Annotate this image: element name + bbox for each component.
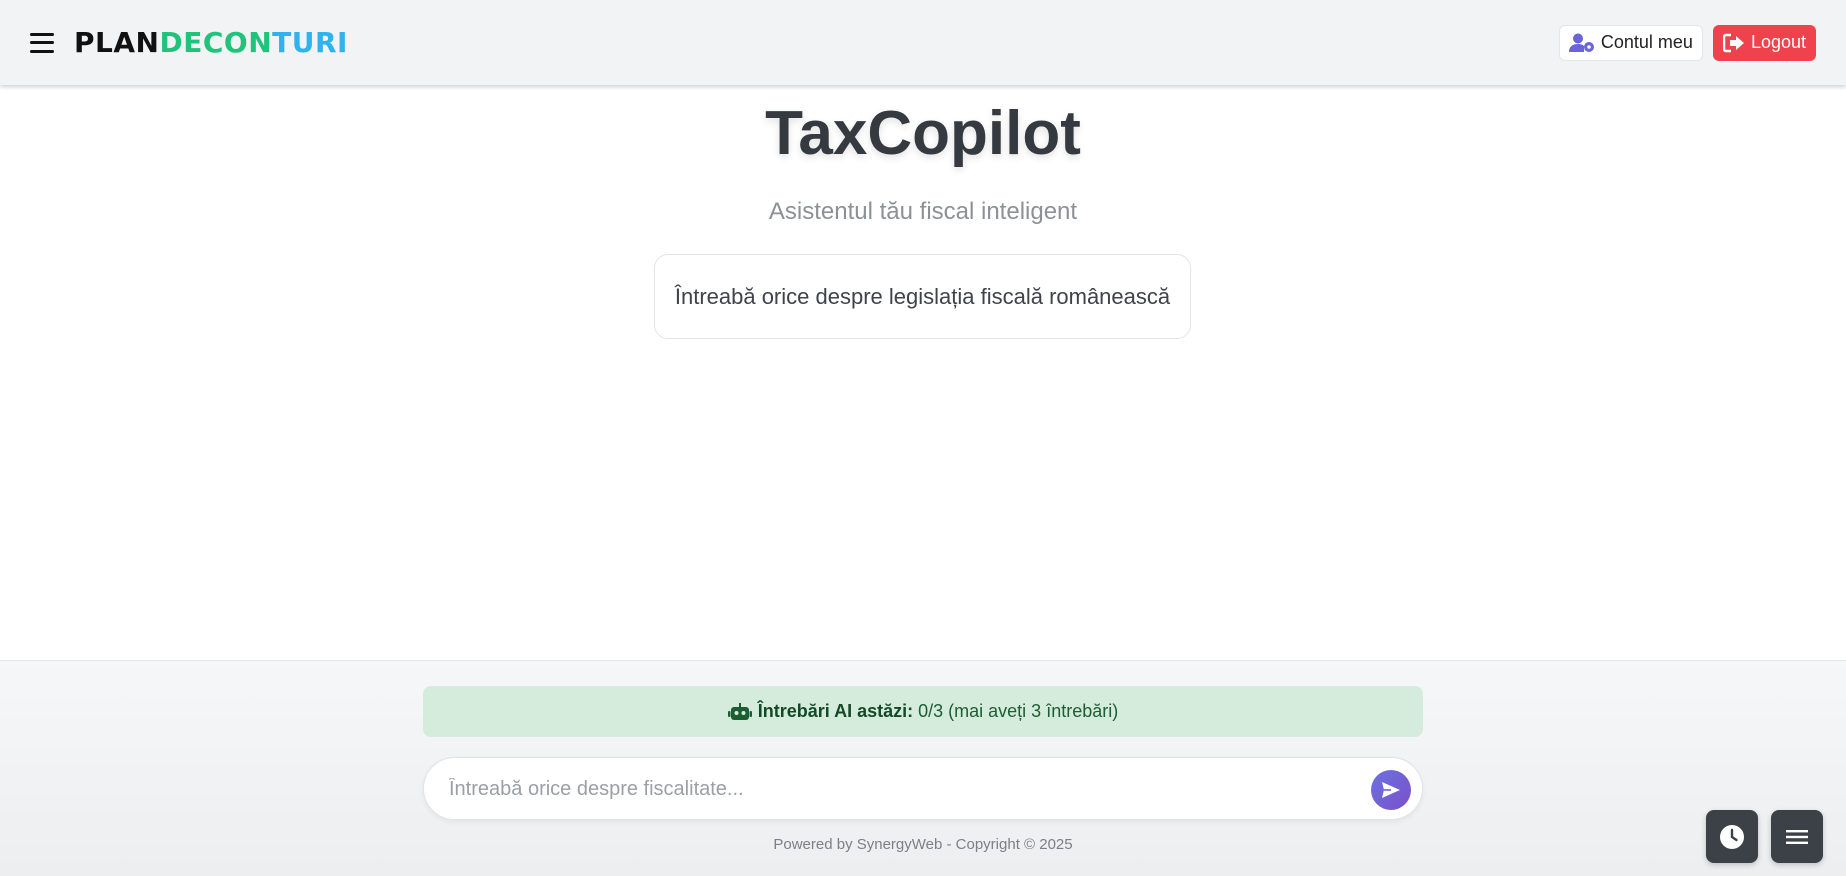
sign-out-icon	[1722, 33, 1744, 52]
logo-part-turi: TURI	[272, 26, 348, 59]
logo-part-plan: PLAN	[74, 26, 160, 59]
chat-input-bar	[423, 757, 1423, 820]
ai-quota-value: 0/3 (mai aveți 3 întrebări)	[918, 701, 1119, 721]
brand-logo[interactable]: PLAN DECON TURI	[74, 26, 348, 59]
robot-icon	[727, 702, 752, 720]
send-button[interactable]	[1371, 770, 1411, 810]
bars-icon	[1786, 829, 1808, 844]
user-gear-icon	[1568, 33, 1594, 52]
copyright-footer: Powered by SynergyWeb - Copyright © 2025	[773, 836, 1073, 853]
hamburger-menu-icon[interactable]	[30, 32, 54, 53]
ai-quota-banner: Întrebări AI astăzi: 0/3 (mai aveți 3 în…	[423, 686, 1423, 737]
logout-button-label: Logout	[1750, 32, 1806, 52]
logo-part-decon: DECON	[159, 26, 273, 59]
account-button-label: Contul meu	[1600, 32, 1693, 52]
intro-card-text: Întreabă orice despre legislația fiscală…	[674, 283, 1171, 309]
floating-menu-button[interactable]	[1771, 810, 1823, 863]
chat-input[interactable]	[449, 772, 1329, 806]
intro-card: Întreabă orice despre legislația fiscală…	[654, 254, 1191, 339]
paper-plane-icon	[1382, 782, 1400, 798]
page-subtitle: Asistentul tău fiscal inteligent	[768, 198, 1078, 225]
history-button[interactable]	[1706, 810, 1758, 863]
top-navbar: PLAN DECON TURI Contul meu Logout	[0, 0, 1846, 85]
nav-actions: Contul meu Logout	[1558, 24, 1816, 61]
page-title: TaxCopilot	[765, 99, 1081, 168]
logout-button[interactable]: Logout	[1712, 24, 1816, 61]
account-button[interactable]: Contul meu	[1558, 24, 1703, 61]
ai-quota-label: Întrebări AI astăzi:	[757, 701, 914, 721]
clock-icon	[1720, 824, 1744, 849]
